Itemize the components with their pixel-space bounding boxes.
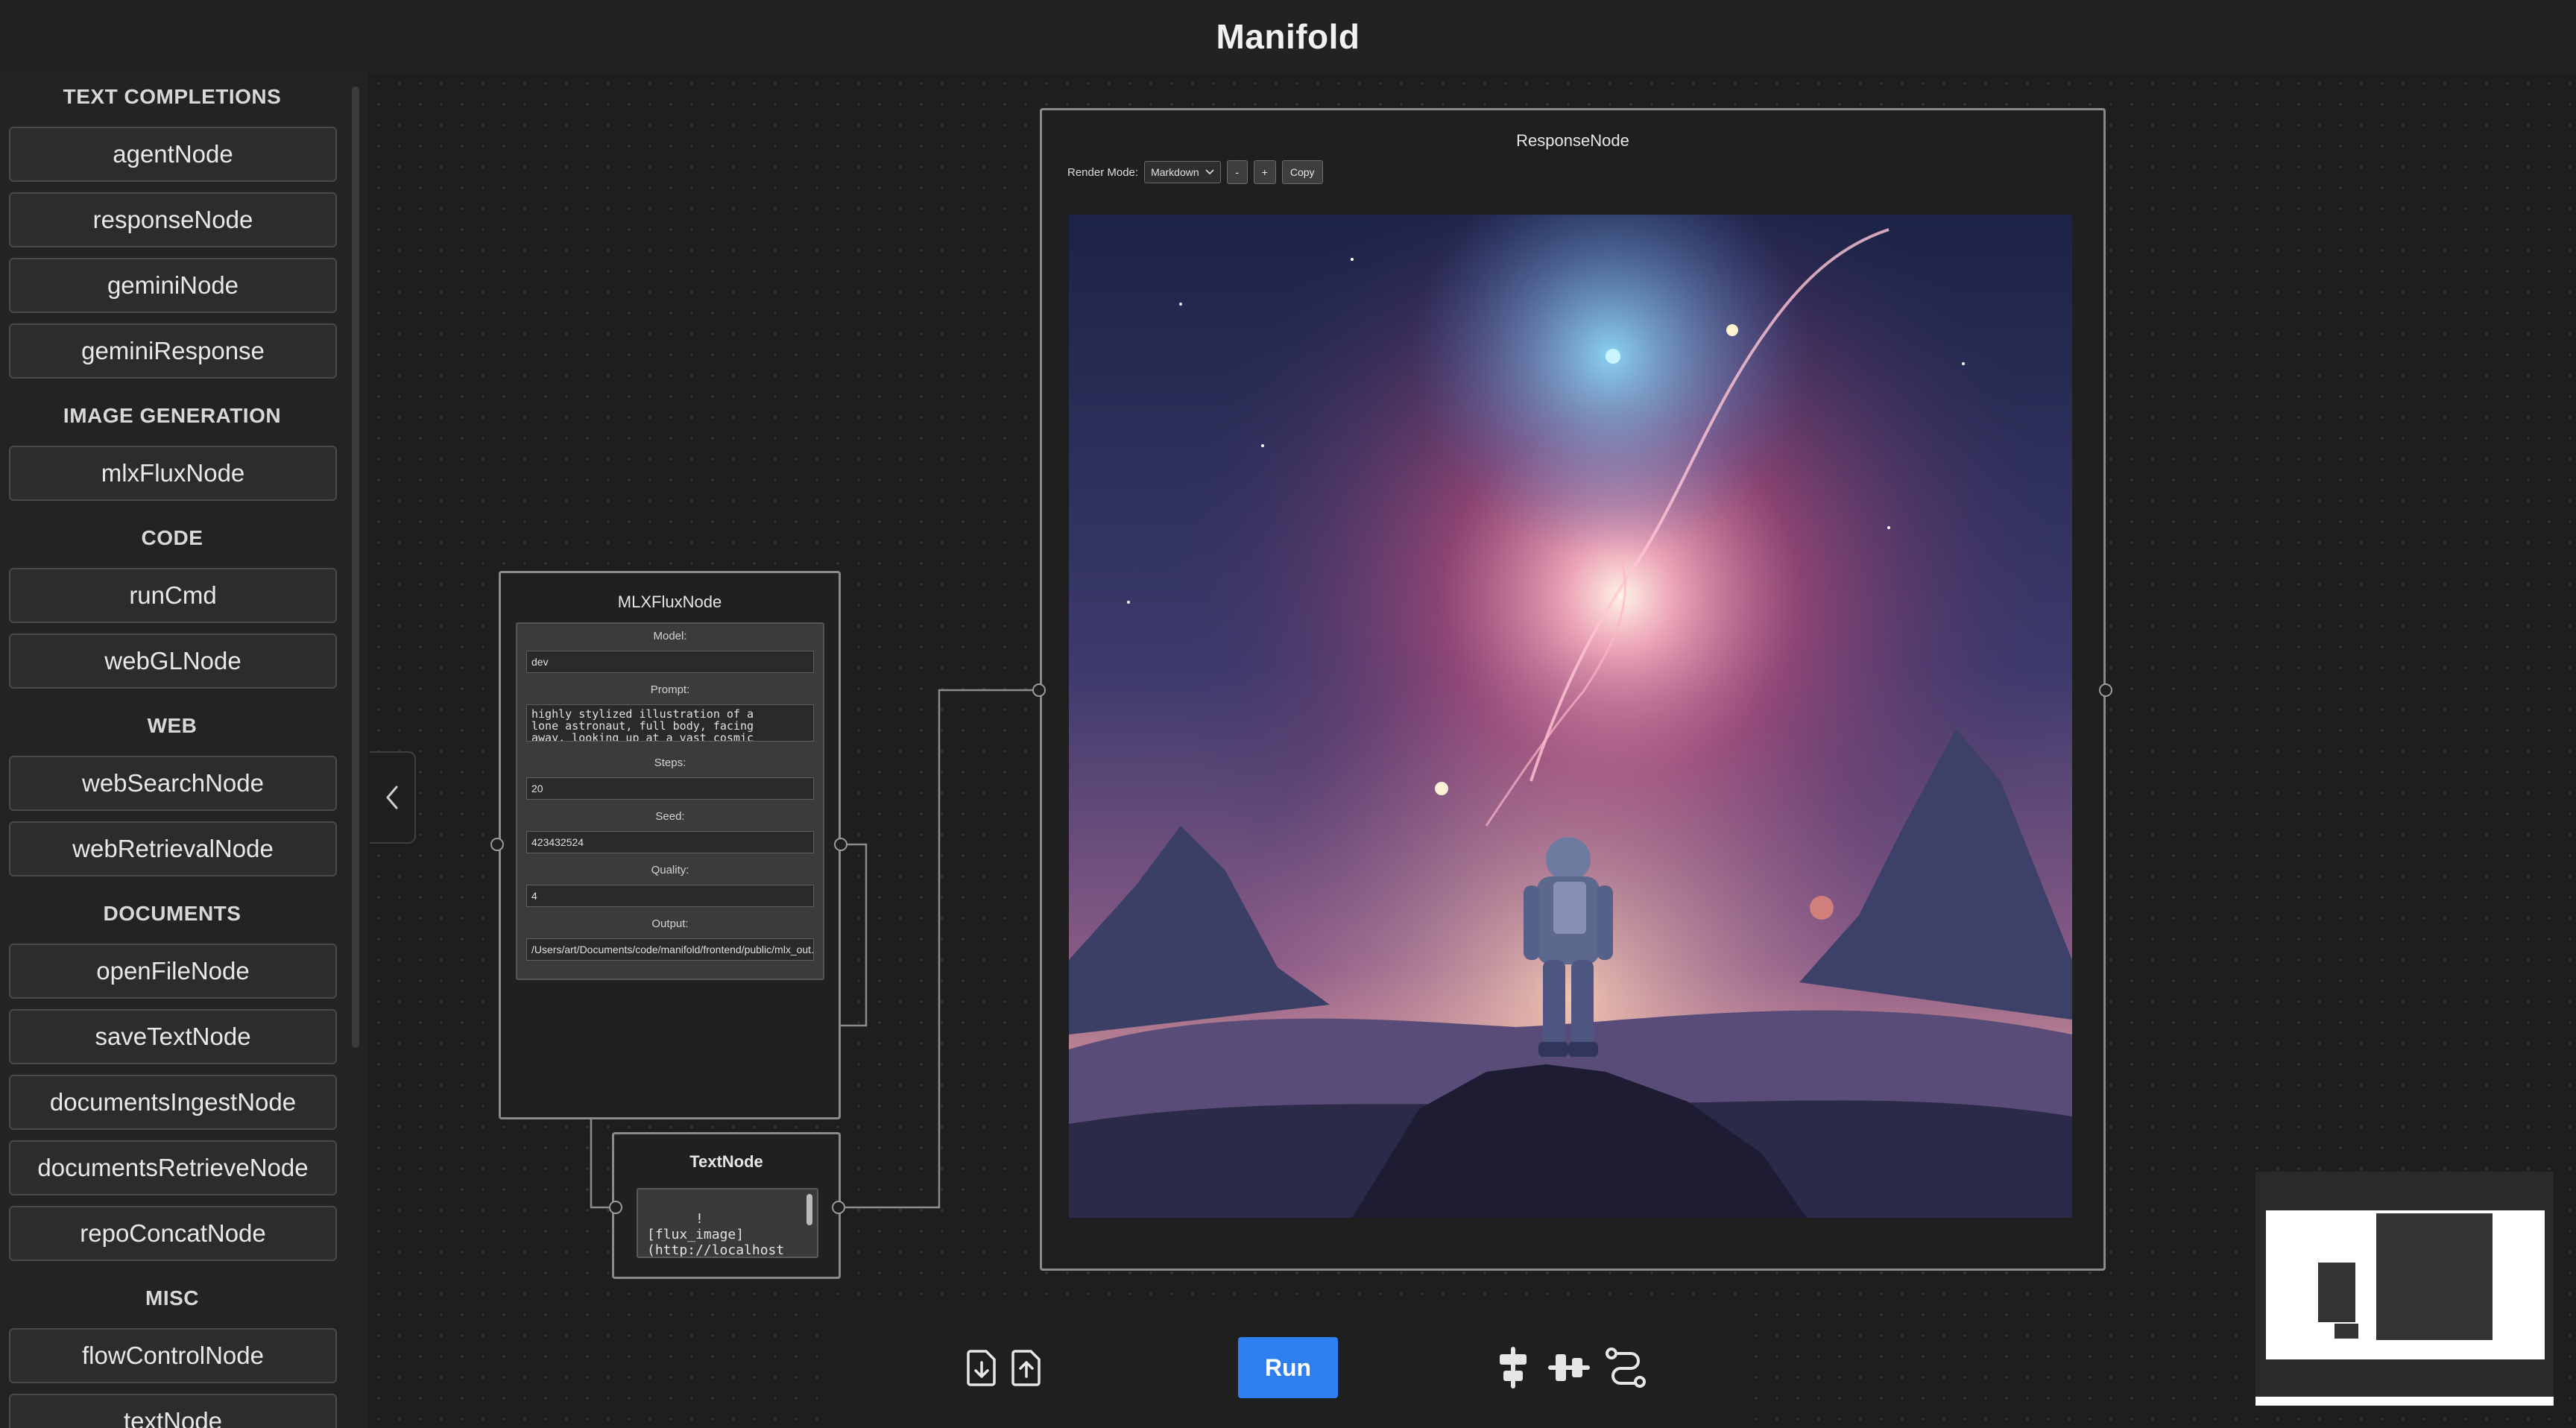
sidebar-item-gemini-response[interactable]: geminiResponse — [9, 323, 337, 379]
export-button[interactable] — [1004, 1345, 1049, 1390]
section-title-text-completions: TEXT COMPLETIONS — [63, 85, 282, 108]
section-title-documents: DOCUMENTS — [103, 902, 242, 925]
output-input[interactable]: /Users/art/Documents/code/manifold/front… — [526, 938, 814, 961]
sidebar-item-save-text-node[interactable]: saveTextNode — [9, 1009, 337, 1064]
text-node-textarea[interactable]: ![flux_image] (http://localhost :8080/ml… — [637, 1188, 818, 1258]
model-label: Model: — [653, 630, 687, 642]
generated-image — [1069, 215, 2072, 1218]
zoom-in-button[interactable]: + — [1253, 160, 1276, 184]
minimap-mlx-node — [2318, 1263, 2355, 1322]
align-vertical-center-icon — [1500, 1347, 1527, 1388]
mlx-node-title: MLXFluxNode — [617, 593, 722, 611]
run-button[interactable]: Run — [1238, 1337, 1338, 1398]
sidebar-item-mlx-flux-node[interactable]: mlxFluxNode — [9, 446, 337, 501]
app-root: Manifold TEXT COMPLETIONS agentNode resp… — [0, 0, 2576, 1428]
response-toolbar: Render Mode: Markdown - + Copy — [1067, 159, 1323, 185]
bottom-toolbar: Run — [835, 1307, 1743, 1428]
chevron-left-icon — [386, 786, 398, 809]
sidebar-collapse-button[interactable] — [370, 751, 416, 844]
quality-input[interactable]: 4 — [526, 885, 814, 907]
file-import-icon — [967, 1350, 996, 1386]
response-node-input-handle[interactable] — [1032, 683, 1046, 697]
sidebar-item-repo-concat-node[interactable]: repoConcatNode — [9, 1206, 337, 1261]
section-title-web: WEB — [147, 714, 198, 737]
app-title: Manifold — [1216, 17, 1360, 56]
minimap-response-node — [2376, 1213, 2493, 1340]
text-node-input-handle[interactable] — [609, 1201, 622, 1214]
render-mode-select[interactable]: Markdown — [1144, 161, 1221, 183]
app-header: Manifold — [0, 0, 2576, 73]
render-mode-label: Render Mode: — [1067, 165, 1139, 179]
response-node-output-handle[interactable] — [2099, 683, 2112, 697]
sidebar-item-response-node[interactable]: responseNode — [9, 192, 337, 247]
text-node-content: ![flux_image] (http://localhost :8080/ml… — [647, 1211, 785, 1258]
sidebar-item-open-file-node[interactable]: openFileNode — [9, 944, 337, 999]
minimap-bottom-bar — [2255, 1397, 2554, 1406]
seed-input[interactable]: 423432524 — [526, 831, 814, 853]
align-horizontal-center-icon — [1548, 1354, 1590, 1381]
text-node-output-handle[interactable] — [832, 1201, 845, 1214]
sidebar-item-flow-control-node[interactable]: flowControlNode — [9, 1328, 337, 1383]
sidebar-item-web-search-node[interactable]: webSearchNode — [9, 756, 337, 811]
seed-label: Seed: — [655, 810, 685, 823]
render-mode-value: Markdown — [1151, 166, 1199, 178]
response-node-title: ResponseNode — [1516, 131, 1629, 150]
chevron-down-icon — [1205, 169, 1214, 175]
align-vertical-button[interactable] — [1491, 1345, 1535, 1390]
text-node-title: TextNode — [689, 1152, 763, 1171]
astronaut-illustration — [1069, 215, 2072, 1218]
output-label: Output: — [651, 917, 689, 930]
model-input[interactable]: dev — [526, 651, 814, 673]
sidebar-item-run-cmd[interactable]: runCmd — [9, 568, 337, 623]
copy-button[interactable]: Copy — [1281, 160, 1323, 184]
text-node-scrollbar[interactable] — [806, 1194, 812, 1225]
sidebar-item-documents-ingest-node[interactable]: documentsIngestNode — [9, 1075, 337, 1130]
auto-layout-button[interactable] — [1603, 1345, 1648, 1390]
mlx-flux-node[interactable]: MLXFluxNode Model: dev Prompt: highly st… — [499, 571, 841, 1119]
sidebar-item-gemini-node[interactable]: geminiNode — [9, 258, 337, 313]
steps-input[interactable]: 20 — [526, 777, 814, 800]
zoom-out-button[interactable]: - — [1226, 160, 1248, 184]
file-export-icon — [1011, 1350, 1041, 1386]
sidebar: TEXT COMPLETIONS agentNode responseNode … — [0, 73, 362, 1428]
align-horizontal-button[interactable] — [1547, 1345, 1591, 1390]
sidebar-item-webgl-node[interactable]: webGLNode — [9, 634, 337, 689]
sidebar-item-agent-node[interactable]: agentNode — [9, 127, 337, 182]
response-node[interactable]: ResponseNode Render Mode: Markdown - + C… — [1040, 108, 2106, 1271]
text-node[interactable]: TextNode ![flux_image] (http://localhost… — [612, 1132, 841, 1279]
mlx-node-panel: Model: dev Prompt: highly stylized illus… — [516, 622, 824, 980]
section-title-code: CODE — [141, 526, 203, 549]
sidebar-item-text-node[interactable]: textNode — [9, 1394, 337, 1428]
mlx-node-output-handle[interactable] — [834, 838, 847, 851]
import-button[interactable] — [959, 1345, 1004, 1390]
minimap[interactable] — [2255, 1172, 2554, 1406]
quality-label: Quality: — [651, 864, 689, 876]
sidebar-scrollbar[interactable] — [352, 86, 359, 1048]
steps-label: Steps: — [654, 756, 686, 769]
prompt-textarea[interactable]: highly stylized illustration of a lone a… — [526, 704, 814, 742]
mlx-node-input-handle[interactable] — [490, 838, 504, 851]
route-icon — [1606, 1348, 1646, 1388]
section-title-image-generation: IMAGE GENERATION — [63, 404, 282, 427]
sidebar-item-web-retrieval-node[interactable]: webRetrievalNode — [9, 821, 337, 876]
prompt-label: Prompt: — [650, 683, 690, 696]
minimap-text-node — [2334, 1324, 2358, 1339]
sidebar-item-documents-retrieve-node[interactable]: documentsRetrieveNode — [9, 1140, 337, 1195]
section-title-misc: MISC — [145, 1286, 199, 1309]
